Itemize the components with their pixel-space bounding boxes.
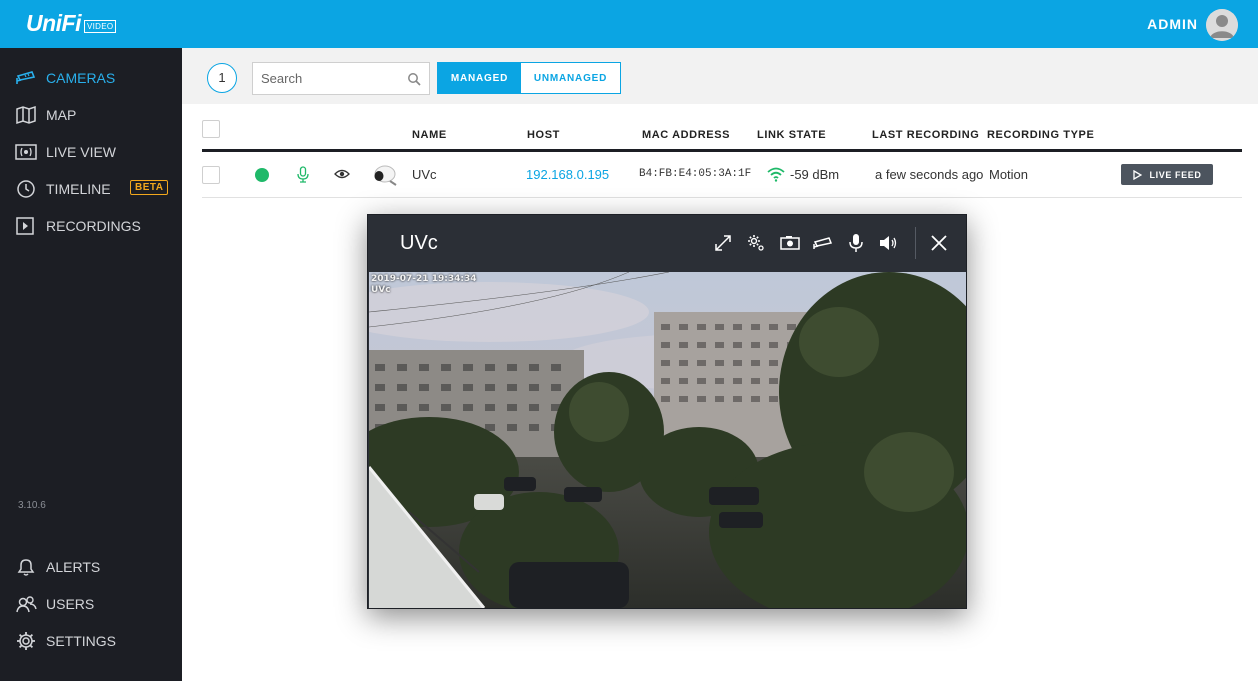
last-recording-value: a few seconds ago <box>875 167 984 182</box>
sidebar-item-timeline[interactable]: TIMELINE BETA <box>0 174 182 204</box>
live-view-icon <box>15 144 37 160</box>
sidebar-item-map[interactable]: MAP <box>0 100 182 130</box>
row-checkbox[interactable] <box>202 166 220 184</box>
avatar[interactable] <box>1206 9 1238 41</box>
managed-toggle: MANAGED UNMANAGED <box>437 62 621 94</box>
sidebar-item-cameras[interactable]: CAMERAS <box>0 63 182 93</box>
map-icon <box>16 105 36 125</box>
modal-title: UVc <box>400 232 438 254</box>
beta-badge: BETA <box>130 180 169 195</box>
camera-name[interactable]: UVc <box>412 167 437 182</box>
bell-icon <box>17 559 35 576</box>
camera-count-badge: 1 <box>207 63 237 93</box>
clock-icon <box>17 180 35 198</box>
column-header-recording-type[interactable]: RECORDING TYPE <box>987 129 1094 141</box>
microphone-icon[interactable] <box>845 232 867 254</box>
users-icon <box>16 596 37 613</box>
toolbar-divider <box>915 227 916 259</box>
sidebar-item-users[interactable]: USERS <box>0 589 182 619</box>
column-header-link-state[interactable]: LINK STATE <box>757 129 826 141</box>
user-avatar-icon <box>1206 9 1238 41</box>
unmanaged-button[interactable]: UNMANAGED <box>521 63 620 93</box>
sidebar-item-alerts[interactable]: ALERTS <box>0 552 182 582</box>
unifi-video-logo[interactable]: UniFi VIDEO <box>26 8 117 38</box>
camera-video-feed[interactable]: 2019-07-21 19:34:34 UVc <box>369 272 966 608</box>
column-header-last-recording[interactable]: LAST RECORDING <box>872 129 979 141</box>
fullscreen-icon[interactable] <box>712 232 734 254</box>
play-icon <box>1132 169 1142 180</box>
feed-timestamp: 2019-07-21 19:34:34 <box>371 274 477 284</box>
sidebar-item-label: LIVE VIEW <box>46 144 117 160</box>
recording-type-value: Motion <box>989 167 1029 182</box>
close-icon[interactable] <box>928 232 950 254</box>
filter-toolbar: 1 MANAGED UNMANAGED <box>182 48 1258 104</box>
top-bar: UniFi VIDEO ADMIN <box>0 0 1258 48</box>
snapshot-icon[interactable] <box>779 232 801 254</box>
play-square-icon <box>16 217 34 235</box>
sidebar-item-label: TIMELINE <box>46 181 111 197</box>
live-feed-button[interactable]: LIVE FEED <box>1121 164 1213 185</box>
sidebar: CAMERAS MAP LIVE VIEW TIMELINE BETA RECO… <box>0 48 182 681</box>
column-header-name[interactable]: NAME <box>412 129 447 141</box>
managed-button[interactable]: MANAGED <box>438 63 521 93</box>
gear-icon <box>17 632 35 650</box>
live-feed-modal: UVc 2019-07-21 19:34:34 UVc <box>367 214 967 609</box>
status-online-indicator <box>255 168 269 182</box>
sidebar-item-settings[interactable]: SETTINGS <box>0 626 182 656</box>
camera-feed-image <box>369 272 966 608</box>
camera-icon <box>16 71 36 84</box>
user-name-label[interactable]: ADMIN <box>1147 16 1198 32</box>
table-header: NAME HOST MAC ADDRESS LINK STATE LAST RE… <box>202 116 1242 152</box>
sidebar-item-label: RECORDINGS <box>46 218 141 234</box>
sidebar-item-label: MAP <box>46 107 77 123</box>
camera-thumbnail-icon <box>374 165 397 186</box>
search-box <box>252 62 430 95</box>
sidebar-item-recordings[interactable]: RECORDINGS <box>0 211 182 241</box>
column-header-mac[interactable]: MAC ADDRESS <box>642 129 730 141</box>
camera-mac-address: B4:FB:E4:05:3A:1F <box>639 168 752 180</box>
logo-badge: VIDEO <box>84 19 117 33</box>
link-state-value: -59 dBm <box>790 167 840 182</box>
sidebar-item-label: ALERTS <box>46 559 101 575</box>
eye-icon[interactable] <box>334 168 350 180</box>
sidebar-item-label: USERS <box>46 596 95 612</box>
wifi-signal-icon <box>767 167 785 182</box>
search-input[interactable] <box>253 63 403 94</box>
table-row[interactable]: UVc 192.168.0.195 B4:FB:E4:05:3A:1F -59 … <box>202 152 1242 198</box>
logo-text: UniFi <box>26 9 82 36</box>
sidebar-item-live-view[interactable]: LIVE VIEW <box>0 137 182 167</box>
camera-host-link[interactable]: 192.168.0.195 <box>526 167 609 182</box>
sidebar-item-label: SETTINGS <box>46 633 117 649</box>
camera-control-icon[interactable] <box>812 232 834 254</box>
column-header-host[interactable]: HOST <box>527 129 560 141</box>
live-feed-label: LIVE FEED <box>1149 169 1202 180</box>
select-all-checkbox[interactable] <box>202 120 220 138</box>
feed-camera-name: UVc <box>371 285 391 295</box>
version-label: 3.10.6 <box>18 500 46 511</box>
speaker-icon[interactable] <box>877 232 899 254</box>
camera-settings-icon[interactable] <box>745 232 767 254</box>
microphone-icon[interactable] <box>296 166 310 184</box>
search-icon[interactable] <box>407 72 421 86</box>
sidebar-item-label: CAMERAS <box>46 70 116 86</box>
